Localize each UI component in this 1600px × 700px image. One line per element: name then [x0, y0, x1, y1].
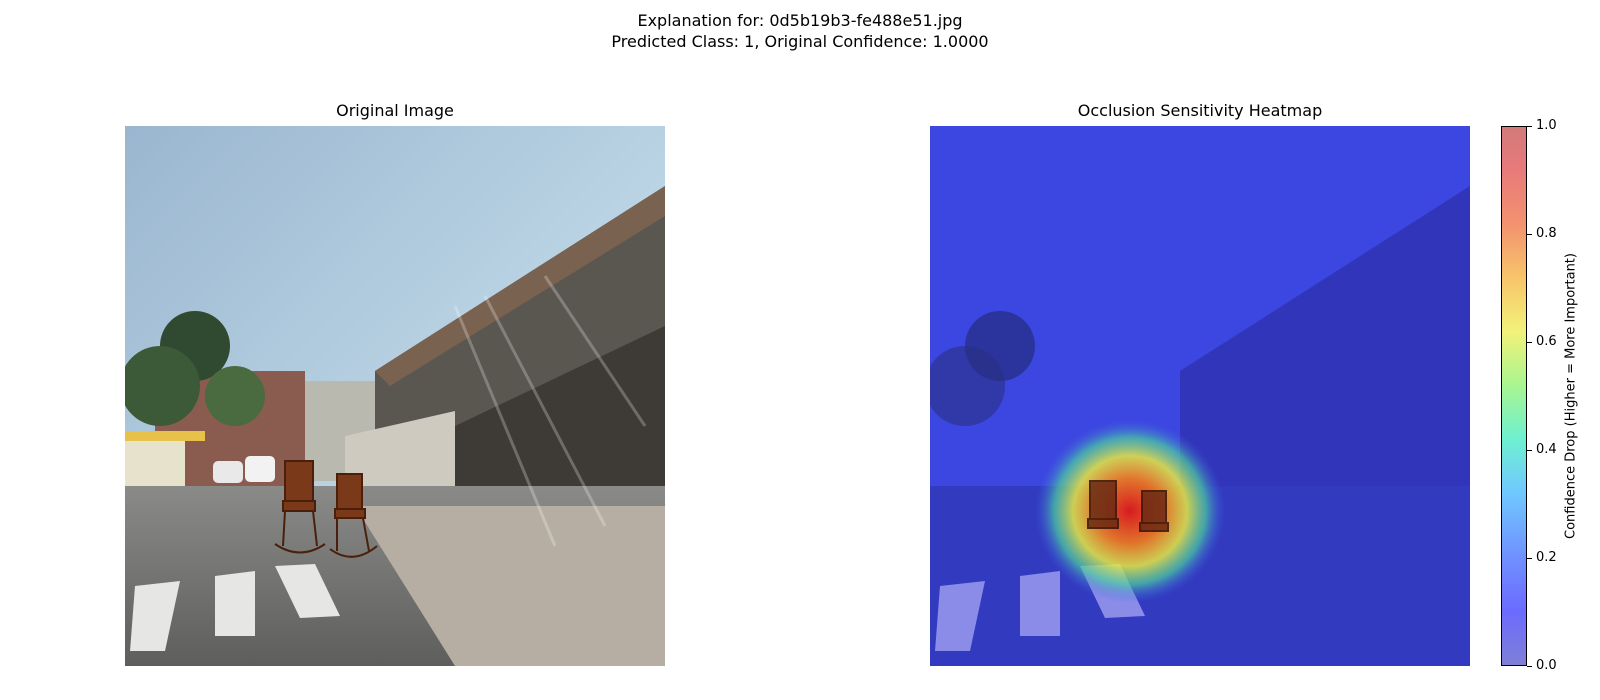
colorbar-tick-mark: [1527, 557, 1532, 559]
colorbar: [1501, 126, 1527, 666]
original-image: [125, 126, 665, 666]
figure-title: Explanation for: 0d5b19b3-fe488e51.jpg P…: [0, 10, 1600, 52]
colorbar-tick-mark: [1527, 665, 1532, 667]
colorbar-tick-label: 1.0: [1536, 118, 1557, 133]
colorbar-tick-mark: [1527, 449, 1532, 451]
colorbar-tick-label: 0.4: [1536, 442, 1557, 457]
heatmap-image: [930, 126, 1470, 666]
original-image-title: Original Image: [336, 101, 454, 120]
colorbar-tick-mark: [1527, 233, 1532, 235]
heatmap-hotspot: [1035, 419, 1225, 603]
colorbar-tick-mark: [1527, 125, 1532, 127]
heatmap-overlay: [930, 126, 1470, 666]
figure-title-line2: Predicted Class: 1, Original Confidence:…: [611, 32, 989, 51]
colorbar-tick-label: 0.0: [1536, 658, 1557, 673]
colorbar-label: Confidence Drop (Higher = More Important…: [1563, 253, 1579, 539]
colorbar-tick-label: 0.6: [1536, 334, 1557, 349]
colorbar-tick-label: 0.8: [1536, 226, 1557, 241]
colorbar-tick-label: 0.2: [1536, 550, 1557, 565]
heatmap-title: Occlusion Sensitivity Heatmap: [1077, 101, 1323, 120]
colorbar-tick-mark: [1527, 341, 1532, 343]
figure-title-line1: Explanation for: 0d5b19b3-fe488e51.jpg: [637, 11, 963, 30]
street-scene: [125, 126, 665, 666]
